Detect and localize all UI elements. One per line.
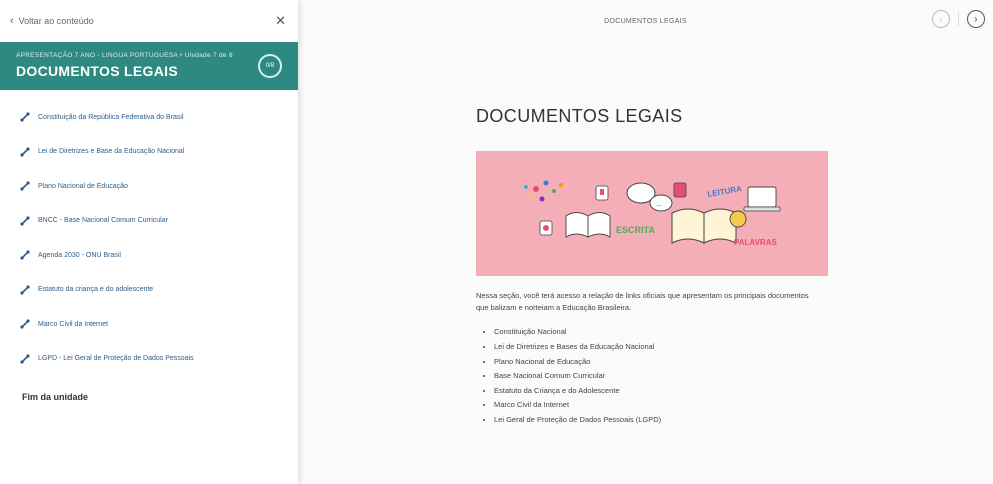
- main-content: DOCUMENTOS LEGAIS ‹ › DOCUMENTOS LEGAIS: [298, 0, 993, 484]
- sidebar-item-label: LGPD - Lei Geral de Proteção de Dados Pe…: [38, 355, 194, 363]
- unit-header: APRESENTAÇÃO 7 ANO - LINGUA PORTUGUESA •…: [0, 42, 298, 90]
- list-item: Lei de Diretrizes e Bases da Educação Na…: [494, 340, 836, 355]
- chevron-left-icon: ‹: [939, 13, 943, 25]
- link-icon: [20, 319, 30, 329]
- link-icon: [20, 250, 30, 260]
- next-button[interactable]: ›: [967, 10, 985, 28]
- back-to-content-link[interactable]: ‹ Voltar ao conteúdo: [10, 15, 94, 27]
- breadcrumb: APRESENTAÇÃO 7 ANO - LINGUA PORTUGUESA •…: [16, 52, 233, 59]
- sidebar-item-label: Constituição da República Federativa do …: [38, 113, 184, 121]
- list-item: Estatuto da Criança e do Adolescente: [494, 384, 836, 399]
- sidebar-item-ldb[interactable]: Lei de Diretrizes e Base da Educação Nac…: [0, 135, 298, 170]
- link-icon: [20, 181, 30, 191]
- link-icon: [20, 285, 30, 295]
- document-bullet-list: Constituição Nacional Lei de Diretrizes …: [476, 325, 836, 427]
- nav-buttons: ‹ ›: [932, 10, 985, 28]
- content-area: DOCUMENTOS LEGAIS ... ESCRITA LEITURA PA…: [476, 106, 836, 428]
- main-topbar: DOCUMENTOS LEGAIS ‹ ›: [298, 0, 993, 42]
- link-icon: [20, 216, 30, 226]
- topbar-title: DOCUMENTOS LEGAIS: [604, 17, 687, 25]
- list-item: Lei Geral de Proteção de Dados Pessoais …: [494, 413, 836, 428]
- sidebar-item-bncc[interactable]: BNCC - Base Nacional Comum Curricular: [0, 204, 298, 239]
- sidebar-item-label: Plano Nacional de Educação: [38, 182, 128, 190]
- sidebar-item-constituicao[interactable]: Constituição da República Federativa do …: [0, 100, 298, 135]
- list-item: Constituição Nacional: [494, 325, 836, 340]
- sidebar-item-label: Agenda 2030 - ONU Brasil: [38, 251, 121, 259]
- sidebar-item-lgpd[interactable]: LGPD - Lei Geral de Proteção de Dados Pe…: [0, 342, 298, 377]
- sidebar-item-agenda-2030[interactable]: Agenda 2030 - ONU Brasil: [0, 238, 298, 273]
- banner-word-escrita: ESCRITA: [616, 225, 655, 235]
- link-icon: [20, 112, 30, 122]
- banner-word-palavras: PALAVRAS: [734, 238, 777, 247]
- progress-indicator: 0/8: [258, 54, 282, 78]
- intro-text: Nessa seção, você terá acesso a relação …: [476, 291, 809, 312]
- chevron-left-icon: ‹: [10, 15, 14, 27]
- chevron-right-icon: ›: [974, 13, 978, 25]
- nav-divider: [958, 12, 959, 26]
- sidebar-item-pne[interactable]: Plano Nacional de Educação: [0, 169, 298, 204]
- sidebar-item-label: Lei de Diretrizes e Base da Educação Nac…: [38, 148, 185, 156]
- sidebar-item-eca[interactable]: Estatuto da criança e do adolescente: [0, 273, 298, 308]
- sidebar-topbar: ‹ Voltar ao conteúdo ✕: [0, 0, 298, 42]
- sidebar-item-label: BNCC - Base Nacional Comum Curricular: [38, 217, 168, 225]
- back-link-label: Voltar ao conteúdo: [18, 16, 94, 26]
- unit-title: DOCUMENTOS LEGAIS: [16, 63, 178, 79]
- page-title: DOCUMENTOS LEGAIS: [476, 106, 683, 126]
- sidebar: ‹ Voltar ao conteúdo ✕ APRESENTAÇÃO 7 AN…: [0, 0, 298, 484]
- list-item: Base Nacional Comum Curricular: [494, 369, 836, 384]
- sidebar-item-marco-civil[interactable]: Marco Civil da Internet: [0, 307, 298, 342]
- banner-illustration: ... ESCRITA LEITURA PALAVRAS: [476, 151, 828, 276]
- document-list: Constituição da República Federativa do …: [0, 90, 298, 376]
- list-item: Marco Civil da Internet: [494, 398, 836, 413]
- close-icon[interactable]: ✕: [275, 13, 286, 29]
- sidebar-item-label: Estatuto da criança e do adolescente: [38, 286, 154, 294]
- previous-button[interactable]: ‹: [932, 10, 950, 28]
- link-icon: [20, 147, 30, 157]
- list-item: Plano Nacional de Educação: [494, 355, 836, 370]
- svg-text:...: ...: [656, 201, 662, 208]
- sidebar-item-label: Marco Civil da Internet: [38, 320, 109, 328]
- end-of-unit-label: Fim da unidade: [22, 392, 89, 402]
- link-icon: [20, 354, 30, 364]
